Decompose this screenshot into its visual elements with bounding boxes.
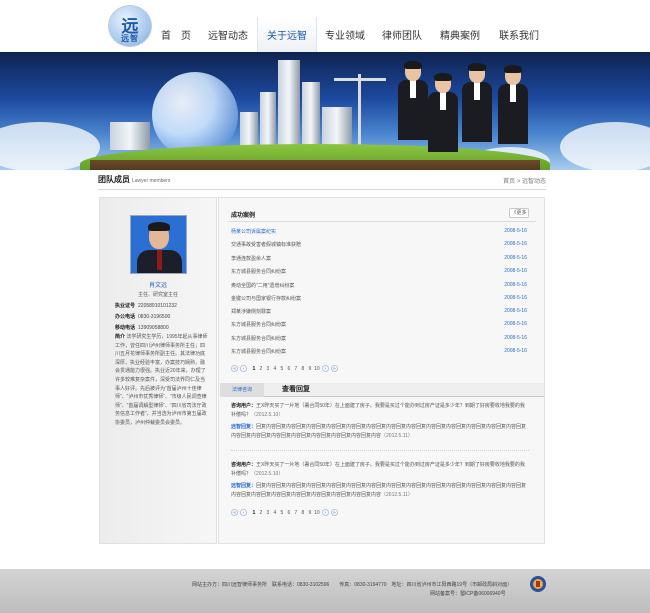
building: [110, 122, 150, 150]
section-title: 团队成员 Lawyer members: [98, 175, 171, 184]
case-item[interactable]: 郑某涉嫌侧刻罪案 2008-5-16: [231, 308, 527, 318]
case-item[interactable]: 交通事故受害者假城镇标准获赔 2008-5-16: [231, 241, 527, 251]
page-number[interactable]: 6: [285, 510, 292, 516]
first-page-button[interactable]: «: [231, 365, 238, 372]
section-title-en: Lawyer members: [132, 178, 171, 184]
site-header: 远 远智 首 页 远智动态 关于远智 专业领域 律师团队 精典案例 联系我们: [0, 0, 650, 53]
next-page-button[interactable]: ›: [321, 509, 329, 516]
cases-pagination: «‹ 1 2 3 4 5 6 7 8 9 10 ›»: [231, 365, 340, 375]
nav-lawyer-team[interactable]: 律师团队: [373, 17, 431, 53]
page-number[interactable]: 2: [257, 366, 264, 372]
divider: [231, 450, 529, 451]
case-item[interactable]: 李通连款盈余人案 2008-5-16: [231, 255, 527, 265]
island-base: [90, 160, 540, 170]
mobile-phone: 移动电话 13909058800: [115, 325, 169, 331]
lawyer-figure: [398, 61, 428, 152]
lawyer-figure: [462, 63, 492, 154]
page-number[interactable]: 7: [292, 366, 299, 372]
page-number[interactable]: 10: [313, 510, 320, 516]
page-number[interactable]: 1: [250, 366, 257, 372]
last-page-button[interactable]: »: [330, 509, 338, 516]
hero-banner: [0, 52, 650, 170]
lawyer-bio: 简介 法学研究生学历，1995年起从事律师工作，曾任四川泸州律师事务所主任；四川…: [115, 334, 208, 426]
tab-legal-consult[interactable]: 法律咨询: [220, 383, 264, 397]
consult-question: 咨询用户：王X昨天买了一片地（署合同50年）在上面建了房子。我要是买过个能办到过…: [231, 462, 525, 477]
next-page-button[interactable]: ›: [321, 365, 329, 372]
logo-text: 远智: [121, 34, 139, 43]
section-header: 团队成员 Lawyer members 首页 > 远智动态: [98, 174, 546, 188]
case-item[interactable]: 金键公司与国家银行存款纠纷案 2008-5-16: [231, 295, 527, 305]
case-item[interactable]: 奥动全国的“二用”遗增纠纷案 2008-5-16: [231, 282, 527, 292]
page-number[interactable]: 9: [306, 510, 313, 516]
page-number[interactable]: 5: [278, 366, 285, 372]
nav-cases[interactable]: 精典案例: [431, 17, 489, 53]
consult-reply: 远智回复：回复内容回复内容回复内容回复内容回复内容回复内容回复内容回复内容回复内…: [231, 483, 527, 498]
scales-of-justice-icon: [358, 74, 361, 154]
scales-bar: [334, 78, 386, 81]
nav-contact[interactable]: 联系我们: [489, 17, 549, 53]
page-number[interactable]: 4: [271, 510, 278, 516]
more-cases-button[interactable]: 《更多: [509, 208, 529, 218]
page-number[interactable]: 10: [313, 366, 320, 372]
page-number[interactable]: 4: [271, 366, 278, 372]
page-number[interactable]: 9: [306, 366, 313, 372]
case-item[interactable]: 杨某公司诉属案纪实 2008-5-16: [231, 228, 527, 238]
nav-practice-areas[interactable]: 专业领域: [317, 17, 373, 53]
first-page-button[interactable]: «: [231, 509, 238, 516]
prev-page-button[interactable]: ‹: [240, 365, 247, 372]
page-number[interactable]: 3: [264, 366, 271, 372]
consult-reply: 远智回复：回复内容回复内容回复内容回复内容回复内容回复内容回复内容回复内容回复内…: [231, 424, 527, 439]
case-item[interactable]: 东方城县服务合同纠纷案 2008-5-16: [231, 348, 527, 358]
prev-page-button[interactable]: ‹: [240, 509, 247, 516]
divider: [228, 221, 536, 222]
tab-view-replies[interactable]: 查看回复: [268, 383, 324, 397]
nav-home[interactable]: 首 页: [153, 17, 199, 53]
page-number[interactable]: 8: [299, 510, 306, 516]
page-number[interactable]: 2: [257, 510, 264, 516]
lawyer-title: 主任、研究室主任: [137, 292, 178, 298]
office-phone: 办公电话 0830-3196500: [115, 314, 171, 320]
police-badge-icon[interactable]: [528, 574, 548, 594]
cloud: [560, 122, 650, 170]
lawyer-figure: [428, 73, 458, 154]
page-number[interactable]: 5: [278, 510, 285, 516]
nav-news[interactable]: 远智动态: [199, 17, 257, 53]
case-item[interactable]: 东方城县服务合同纠纷案 2008-5-16: [231, 268, 527, 278]
page-number[interactable]: 7: [292, 510, 299, 516]
nav-about[interactable]: 关于远智: [257, 17, 317, 53]
divider: [98, 189, 546, 190]
breadcrumb[interactable]: 首页 > 远智动态: [503, 176, 546, 185]
page-number[interactable]: 8: [299, 366, 306, 372]
last-page-button[interactable]: »: [330, 365, 338, 372]
page-number[interactable]: 6: [285, 366, 292, 372]
page-number[interactable]: 1: [250, 510, 257, 516]
building: [260, 92, 276, 150]
lawyer-figure: [498, 65, 528, 156]
footer-icp[interactable]: 网站备案号：蜀ICP备06006940号: [430, 590, 506, 597]
lawyer-name: 肖文远: [148, 283, 167, 289]
consult-pagination: «‹ 1 2 3 4 5 6 7 8 9 10 ›»: [231, 509, 340, 519]
page-number[interactable]: 3: [264, 510, 271, 516]
lawyer-photo: [130, 215, 187, 274]
cases-heading: 成功案例: [231, 213, 256, 219]
case-item[interactable]: 东方城县服务合同纠纷案 2008-5-16: [231, 321, 527, 331]
license-number: 执业证号 22058910101232: [115, 303, 177, 309]
case-item[interactable]: 东方城县服务合同纠纷案 2008-5-16: [231, 335, 527, 345]
consult-question: 咨询用户：王X昨天买了一片地（署合同50年）在上面建了房子。我要是买过个能办到过…: [231, 403, 525, 418]
site-footer: 网站主办方：四川远智律师事务所 联系电话：0830-3102596 传真：083…: [0, 569, 650, 613]
skyscraper: [278, 60, 300, 150]
footer-contact: 网站主办方：四川远智律师事务所 联系电话：0830-3102596 传真：083…: [192, 582, 513, 588]
site-logo[interactable]: 远 远智: [108, 5, 152, 47]
building: [302, 82, 320, 150]
